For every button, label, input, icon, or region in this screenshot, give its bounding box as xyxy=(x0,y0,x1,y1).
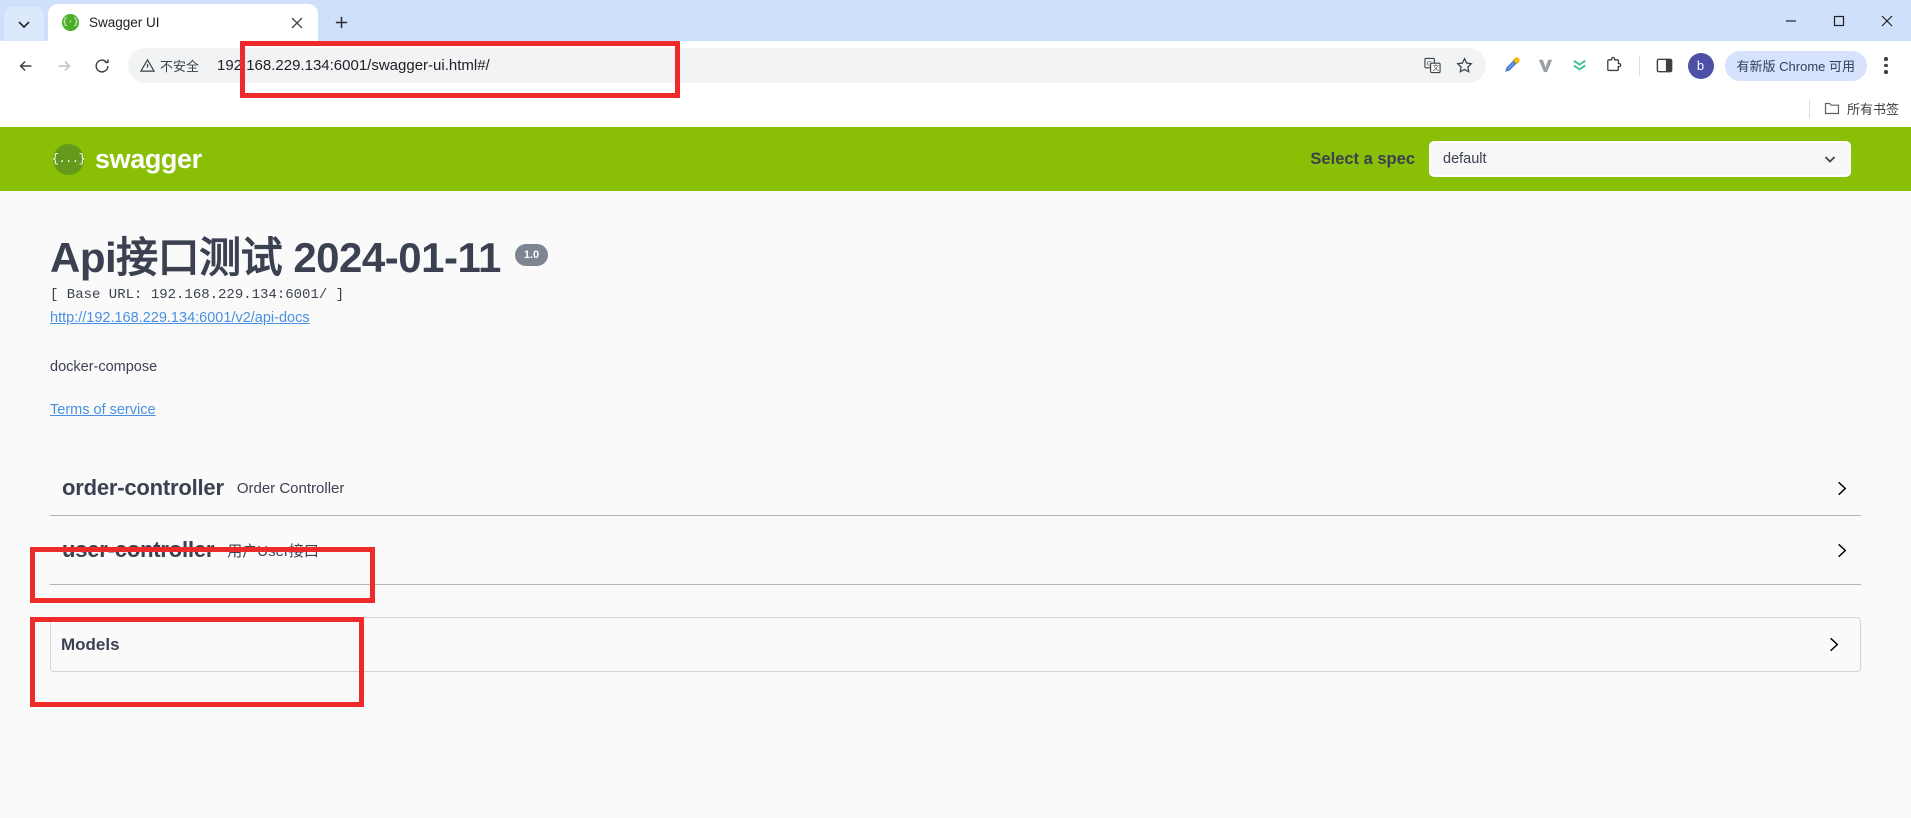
models-section[interactable]: Models xyxy=(50,617,1861,673)
svg-text:文: 文 xyxy=(1433,63,1440,72)
tab-strip: {∙} Swagger UI xyxy=(0,0,1911,41)
api-docs-link[interactable]: http://192.168.229.134:6001/v2/api-docs xyxy=(50,310,310,326)
translate-icon[interactable]: G 文 xyxy=(1418,51,1448,81)
version-badge: 1.0 xyxy=(514,244,549,266)
chevron-right-icon[interactable] xyxy=(1832,541,1851,560)
models-title: Models xyxy=(61,634,120,654)
browser-toolbar: 不安全 192.168.229.134:6001/swagger-ui.html… xyxy=(0,41,1911,90)
terms-of-service-link[interactable]: Terms of service xyxy=(50,402,156,418)
tab-title: Swagger UI xyxy=(89,15,160,30)
swagger-logo[interactable]: {...} swagger xyxy=(52,143,202,175)
swagger-logo-text: swagger xyxy=(95,143,202,174)
chrome-menu-icon[interactable] xyxy=(1871,50,1901,82)
side-panel-icon[interactable] xyxy=(1649,50,1681,82)
close-tab-icon[interactable] xyxy=(286,12,308,34)
bookmarks-divider xyxy=(1808,99,1810,118)
tag-sections: order-controller Order Controller user-c… xyxy=(50,461,1861,586)
tag-section-order-controller: order-controller Order Controller xyxy=(50,461,1861,517)
reload-button[interactable] xyxy=(84,48,120,84)
tag-header-order-controller[interactable]: order-controller Order Controller xyxy=(50,461,1861,515)
all-bookmarks-button[interactable]: 所有书签 xyxy=(1824,99,1899,118)
profile-avatar[interactable]: b xyxy=(1687,52,1714,79)
spec-selector: Select a spec default xyxy=(1310,141,1911,177)
tag-header-user-controller[interactable]: user-controller 用户User接口 xyxy=(50,516,1861,584)
api-title-row: Api接口测试 2024-01-11 1.0 xyxy=(50,234,1861,281)
maximize-button[interactable] xyxy=(1815,0,1863,41)
back-button[interactable] xyxy=(8,48,44,84)
chevrons-down-icon[interactable] xyxy=(1564,50,1596,82)
tab-search-chevron-icon[interactable] xyxy=(4,7,44,41)
tag-name: user-controller xyxy=(62,537,215,563)
swagger-favicon-icon: {∙} xyxy=(62,14,79,31)
swagger-topbar: {...} swagger Select a spec default xyxy=(0,127,1911,191)
tag-description: 用户User接口 xyxy=(227,542,319,560)
url-text[interactable]: 192.168.229.134:6001/swagger-ui.html#/ xyxy=(209,57,1418,74)
vimium-icon[interactable] xyxy=(1530,50,1562,82)
omnibox-actions: G 文 xyxy=(1418,51,1480,81)
swagger-logo-icon: {...} xyxy=(52,143,86,175)
browser-window: {∙} Swagger UI 不安全 192.168.229.134:6001/… xyxy=(0,0,1911,818)
page-title: Api接口测试 2024-01-11 xyxy=(50,234,501,281)
chevron-right-icon[interactable] xyxy=(1832,479,1851,498)
close-window-button[interactable] xyxy=(1863,0,1911,41)
window-controls xyxy=(1767,0,1911,41)
tag-section-user-controller: user-controller 用户User接口 xyxy=(50,516,1861,586)
minimize-button[interactable] xyxy=(1767,0,1815,41)
folder-icon xyxy=(1824,102,1840,115)
security-label: 不安全 xyxy=(160,59,200,74)
chevron-right-icon[interactable] xyxy=(1824,635,1843,654)
tag-name: order-controller xyxy=(62,475,224,501)
swagger-page: {...} swagger Select a spec default Api接… xyxy=(0,127,1911,818)
tag-description: Order Controller xyxy=(236,479,345,497)
base-url: [ Base URL: 192.168.229.134:6001/ ] xyxy=(50,287,345,304)
bookmark-star-icon[interactable] xyxy=(1450,51,1480,81)
toolbar-divider xyxy=(1638,55,1640,76)
swagger-content: Api接口测试 2024-01-11 1.0 [ Base URL: 192.1… xyxy=(0,234,1911,673)
browser-tab[interactable]: {∙} Swagger UI xyxy=(48,4,318,41)
site-security-indicator[interactable]: 不安全 xyxy=(140,56,209,75)
chevron-down-icon xyxy=(1823,152,1837,166)
spec-select-input[interactable]: default xyxy=(1429,141,1851,177)
warning-triangle-icon xyxy=(140,58,155,72)
bookmarks-bar: 所有书签 xyxy=(0,90,1911,127)
select-spec-label: Select a spec xyxy=(1310,149,1415,168)
forward-button[interactable] xyxy=(46,48,82,84)
spec-select-value: default xyxy=(1443,151,1487,167)
address-bar[interactable]: 不安全 192.168.229.134:6001/swagger-ui.html… xyxy=(128,48,1486,83)
chrome-update-button[interactable]: 有新版 Chrome 可用 xyxy=(1724,50,1867,81)
eyedropper-icon[interactable] xyxy=(1496,50,1528,82)
api-description: docker-compose xyxy=(50,359,158,376)
new-tab-button[interactable] xyxy=(324,5,358,39)
extensions-puzzle-icon[interactable] xyxy=(1598,50,1630,82)
all-bookmarks-label: 所有书签 xyxy=(1846,102,1899,117)
